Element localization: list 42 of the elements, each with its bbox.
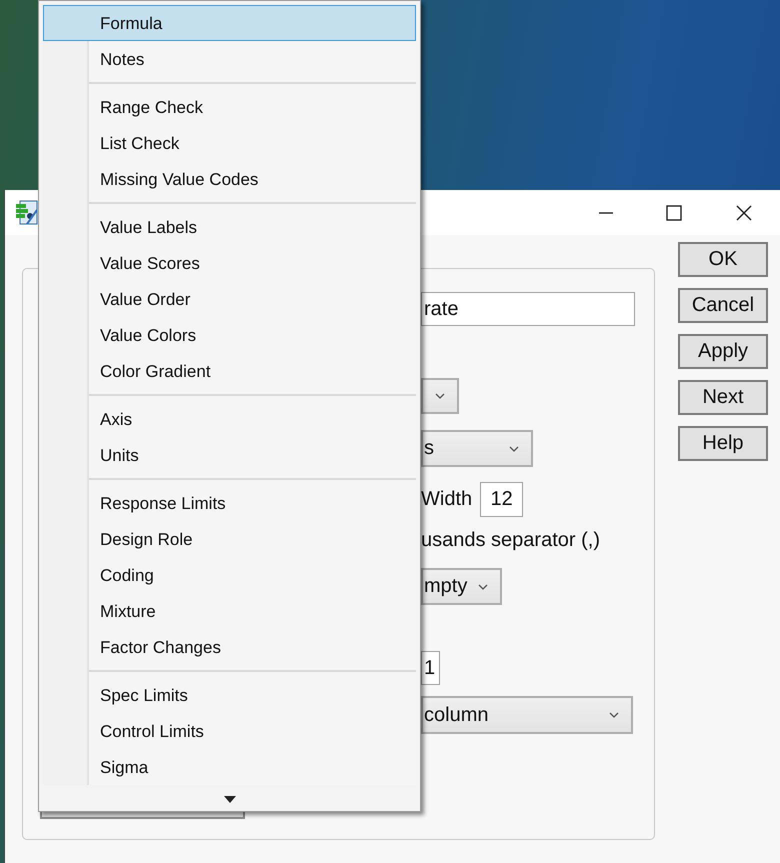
input-field[interactable]: 12 — [480, 482, 524, 517]
dialog-button[interactable]: Next — [678, 380, 768, 415]
menu-item[interactable]: Units — [43, 437, 416, 473]
menu-item[interactable]: Response Limits — [43, 485, 416, 521]
menu-item[interactable]: Value Scores — [43, 245, 416, 281]
menu-item[interactable]: Design Role — [43, 521, 416, 557]
caret-icon — [478, 584, 488, 590]
caret-icon — [509, 446, 519, 452]
maximize-icon[interactable] — [666, 204, 682, 220]
checkbox-label: usands separator (,) — [421, 528, 600, 552]
dropdown[interactable]: column — [421, 696, 633, 734]
input-field[interactable]: 1 — [421, 651, 440, 685]
menu-item[interactable]: Value Order — [43, 281, 416, 317]
scroll-down-icon[interactable] — [224, 796, 236, 802]
caret-icon — [435, 393, 445, 399]
menu-item[interactable]: Axis — [43, 401, 416, 437]
menu-item[interactable]: Factor Changes — [43, 629, 416, 665]
menu-item[interactable]: Value Colors — [43, 317, 416, 353]
dialog-button[interactable]: Help — [678, 426, 768, 461]
menu-item[interactable]: Value Labels — [43, 209, 416, 245]
menu-item[interactable]: Color Gradient — [43, 353, 416, 389]
close-icon[interactable] — [736, 204, 752, 220]
dialog-button[interactable]: Cancel — [678, 288, 768, 323]
menu-item[interactable]: Sigma — [43, 749, 416, 785]
menu-item[interactable]: Spec Limits — [43, 677, 416, 713]
menu-item[interactable]: Missing Value Codes — [43, 161, 416, 197]
table-icon — [15, 200, 39, 226]
menu-item[interactable]: Notes — [43, 41, 416, 77]
menu-item[interactable]: Control Limits — [43, 713, 416, 749]
dropdown[interactable]: s — [421, 430, 533, 467]
dialog-button[interactable]: OK — [678, 242, 768, 277]
dropdown[interactable]: mpty — [421, 568, 502, 605]
menu-item[interactable]: Formula — [43, 5, 416, 41]
field-label: Width — [421, 488, 472, 511]
menu-item[interactable]: Coding — [43, 557, 416, 593]
input-field[interactable]: rate — [421, 292, 635, 326]
menu-item[interactable]: Mixture — [43, 593, 416, 629]
menu-item[interactable]: Range Check — [43, 89, 416, 125]
dropdown[interactable] — [421, 378, 459, 414]
menu-item[interactable]: List Check — [43, 125, 416, 161]
dialog-button[interactable]: Apply — [678, 334, 768, 369]
caret-icon — [609, 712, 619, 718]
